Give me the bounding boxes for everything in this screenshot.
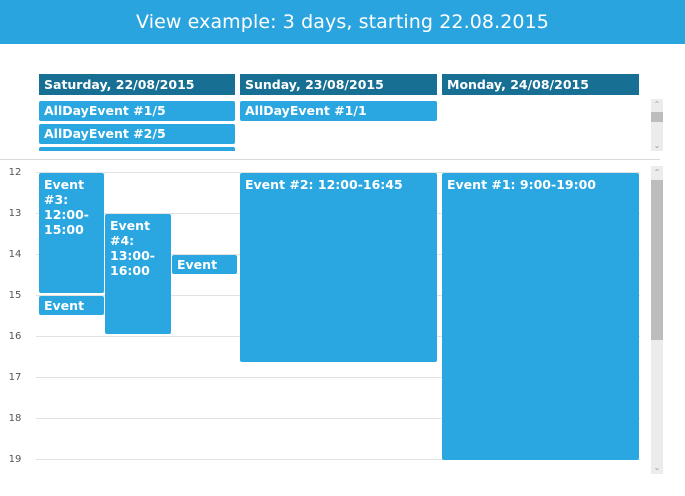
time-grid-scrollbar[interactable]: ⌃ ⌄ [651,166,663,474]
all-day-area: AllDayEvent #1/5 AllDayEvent #2/5 AllDay… [0,99,650,151]
scroll-down-arrow-icon[interactable]: ⌄ [651,141,663,150]
scroll-up-arrow-icon[interactable]: ⌃ [651,100,663,109]
divider [0,159,660,160]
calendar-event[interactable]: Event [172,255,237,274]
day-header-sunday[interactable]: Sunday, 23/08/2015 [240,74,437,95]
calendar-event[interactable]: Event #4: 13:00-16:00 [105,214,171,334]
day-header-saturday[interactable]: Saturday, 22/08/2015 [39,74,235,95]
time-grid[interactable]: 12 13 14 15 16 17 18 19 Event #3: 12:00-… [0,163,650,473]
hour-label: 19 [8,454,22,465]
all-day-event[interactable]: AllDayEvent #1/5 [39,101,235,121]
hour-label: 12 [8,167,22,178]
hour-label: 14 [8,249,22,260]
calendar-event[interactable]: Event #1: 9:00-19:00 [442,173,639,460]
hour-label: 13 [8,208,22,219]
all-day-scrollbar[interactable]: ⌃ ⌄ [651,99,663,151]
hour-label: 18 [8,413,22,424]
app-header: View example: 3 days, starting 22.08.201… [0,0,685,44]
calendar-event[interactable]: Event [39,296,104,315]
scroll-up-arrow-icon[interactable]: ⌃ [651,168,663,177]
calendar-event[interactable]: Event #3: 12:00-15:00 [39,173,104,293]
page-title: View example: 3 days, starting 22.08.201… [136,11,549,33]
day-header-monday[interactable]: Monday, 24/08/2015 [442,74,639,95]
hour-label: 15 [8,290,22,301]
hour-label: 17 [8,372,22,383]
all-day-event-partial[interactable] [39,147,235,151]
scroll-down-arrow-icon[interactable]: ⌄ [651,463,663,472]
all-day-event[interactable]: AllDayEvent #2/5 [39,124,235,144]
calendar-event[interactable]: Event #2: 12:00-16:45 [240,173,437,362]
scrollbar-thumb[interactable] [651,180,663,340]
all-day-event[interactable]: AllDayEvent #1/1 [240,101,437,121]
scrollbar-thumb[interactable] [651,112,663,122]
hour-label: 16 [8,331,22,342]
